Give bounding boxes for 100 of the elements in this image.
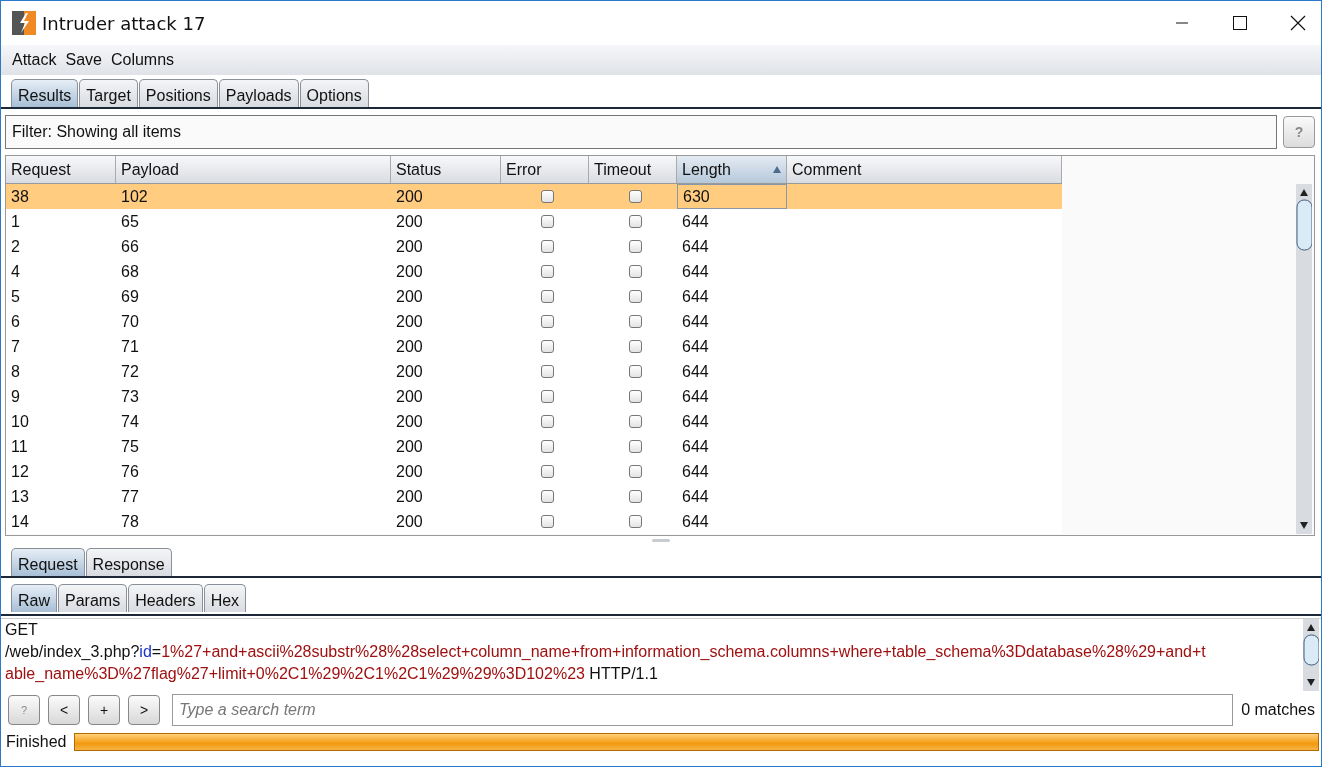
checkbox[interactable] xyxy=(541,290,554,303)
column-header[interactable]: Payload xyxy=(116,156,391,183)
checkbox[interactable] xyxy=(629,515,642,528)
search-field[interactable]: Type a search term xyxy=(172,694,1234,726)
match-count: 0 matches xyxy=(1241,701,1315,719)
checkbox[interactable] xyxy=(541,465,554,478)
table-row[interactable]: 12 76 200 644 xyxy=(6,459,1062,484)
checkbox[interactable] xyxy=(541,265,554,278)
table-row[interactable]: 10 74 200 644 xyxy=(6,409,1062,434)
table-cell-text: 644 xyxy=(681,411,710,432)
tab[interactable]: Request xyxy=(11,548,85,576)
table-cell-text: 74 xyxy=(120,411,140,432)
table-cell-text: 200 xyxy=(395,311,424,332)
checkbox[interactable] xyxy=(629,365,642,378)
menu-item[interactable]: Save xyxy=(65,51,102,69)
checkbox[interactable] xyxy=(629,240,642,253)
table-row[interactable]: 7 71 200 644 xyxy=(6,334,1062,359)
checkbox[interactable] xyxy=(629,315,642,328)
checkbox[interactable] xyxy=(541,215,554,228)
checkbox[interactable] xyxy=(629,290,642,303)
table-row[interactable]: 11 75 200 644 xyxy=(6,434,1062,459)
table-cell-text: 1 xyxy=(10,211,21,232)
table-row[interactable]: 38 102 200 630 xyxy=(6,184,1062,209)
checkbox[interactable] xyxy=(629,415,642,428)
table-cell-text: 200 xyxy=(395,186,424,207)
table-cell-text: 200 xyxy=(395,261,424,282)
lightning-bolt-icon xyxy=(12,11,36,35)
checkbox[interactable] xyxy=(629,490,642,503)
tab[interactable]: Payloads xyxy=(218,79,299,107)
table-row[interactable]: 4 68 200 644 xyxy=(6,259,1062,284)
tab[interactable]: Positions xyxy=(138,79,218,107)
table-row[interactable]: 8 72 200 644 xyxy=(6,359,1062,384)
table-row[interactable]: 5 69 200 644 xyxy=(6,284,1062,309)
menu-item[interactable]: Columns xyxy=(110,51,175,69)
search-nav-button[interactable]: < xyxy=(48,695,80,725)
column-header[interactable]: Status xyxy=(391,156,501,183)
checkbox[interactable] xyxy=(541,415,554,428)
checkbox[interactable] xyxy=(629,465,642,478)
checkbox[interactable] xyxy=(629,190,642,203)
checkbox[interactable] xyxy=(541,440,554,453)
tab[interactable]: Raw xyxy=(11,584,57,612)
table-cell-text: 200 xyxy=(395,486,424,507)
tab[interactable]: Response xyxy=(85,548,172,576)
checkbox[interactable] xyxy=(541,365,554,378)
vertical-scrollbar[interactable] xyxy=(1296,184,1312,534)
table-cell-text: 200 xyxy=(395,436,424,457)
table-row[interactable]: 13 77 200 644 xyxy=(6,484,1062,509)
checkbox[interactable] xyxy=(629,265,642,278)
checkbox[interactable] xyxy=(541,515,554,528)
table-cell-text: 200 xyxy=(395,336,424,357)
table-cell-text: 644 xyxy=(681,436,710,457)
checkbox[interactable] xyxy=(629,440,642,453)
search-nav-button[interactable]: > xyxy=(128,695,160,725)
table-cell-text: 200 xyxy=(395,236,424,257)
search-nav-button[interactable]: + xyxy=(88,695,120,725)
checkbox[interactable] xyxy=(629,390,642,403)
vertical-scrollbar[interactable] xyxy=(1303,619,1319,691)
table-cell-text: 7 xyxy=(10,336,21,357)
checkbox[interactable] xyxy=(541,390,554,403)
table-cell-text: 200 xyxy=(395,361,424,382)
column-header[interactable]: Request xyxy=(6,156,116,183)
table-cell-text: 644 xyxy=(681,511,710,532)
checkbox[interactable] xyxy=(541,315,554,328)
table-row[interactable]: 1 65 200 644 xyxy=(6,209,1062,234)
filter-bar[interactable]: Filter: Showing all items xyxy=(5,115,1277,149)
request-line: GET xyxy=(5,620,39,640)
tab[interactable]: Headers xyxy=(128,584,203,612)
checkbox[interactable] xyxy=(541,190,554,203)
table-row[interactable]: 2 66 200 644 xyxy=(6,234,1062,259)
checkbox[interactable] xyxy=(541,340,554,353)
table-cell-text: 75 xyxy=(120,436,140,457)
table-cell-text: 73 xyxy=(120,386,140,407)
table-cell-text: 644 xyxy=(681,361,710,382)
checkbox[interactable] xyxy=(541,240,554,253)
table-row[interactable]: 14 78 200 644 xyxy=(6,509,1062,534)
table-cell-text: 200 xyxy=(395,461,424,482)
checkbox[interactable] xyxy=(629,340,642,353)
tab[interactable]: Hex xyxy=(203,584,247,612)
table-row[interactable]: 9 73 200 644 xyxy=(6,384,1062,409)
tab[interactable]: Results xyxy=(11,79,79,107)
checkbox[interactable] xyxy=(541,490,554,503)
table-cell-text: 78 xyxy=(120,511,140,532)
menu-item[interactable]: Attack xyxy=(12,51,57,69)
tab[interactable]: Options xyxy=(299,79,369,107)
table-cell-text: 77 xyxy=(120,486,140,507)
checkbox[interactable] xyxy=(629,215,642,228)
table-cell-text: 644 xyxy=(681,311,710,332)
column-header[interactable]: Length xyxy=(677,156,787,183)
table-cell-text: 200 xyxy=(395,511,424,532)
table-cell-text: 644 xyxy=(681,211,710,232)
tab[interactable]: Params xyxy=(58,584,128,612)
column-header[interactable]: Comment xyxy=(787,156,1062,183)
table-cell-text: 6 xyxy=(10,311,21,332)
window-title: Intruder attack 17 xyxy=(42,12,207,34)
table-row[interactable]: 6 70 200 644 xyxy=(6,309,1062,334)
column-header[interactable]: Error xyxy=(501,156,589,183)
tab[interactable]: Target xyxy=(79,79,138,107)
table-cell-text: 200 xyxy=(395,286,424,307)
table-cell-text: 11 xyxy=(10,436,29,457)
table-cell-text: 9 xyxy=(10,386,21,407)
